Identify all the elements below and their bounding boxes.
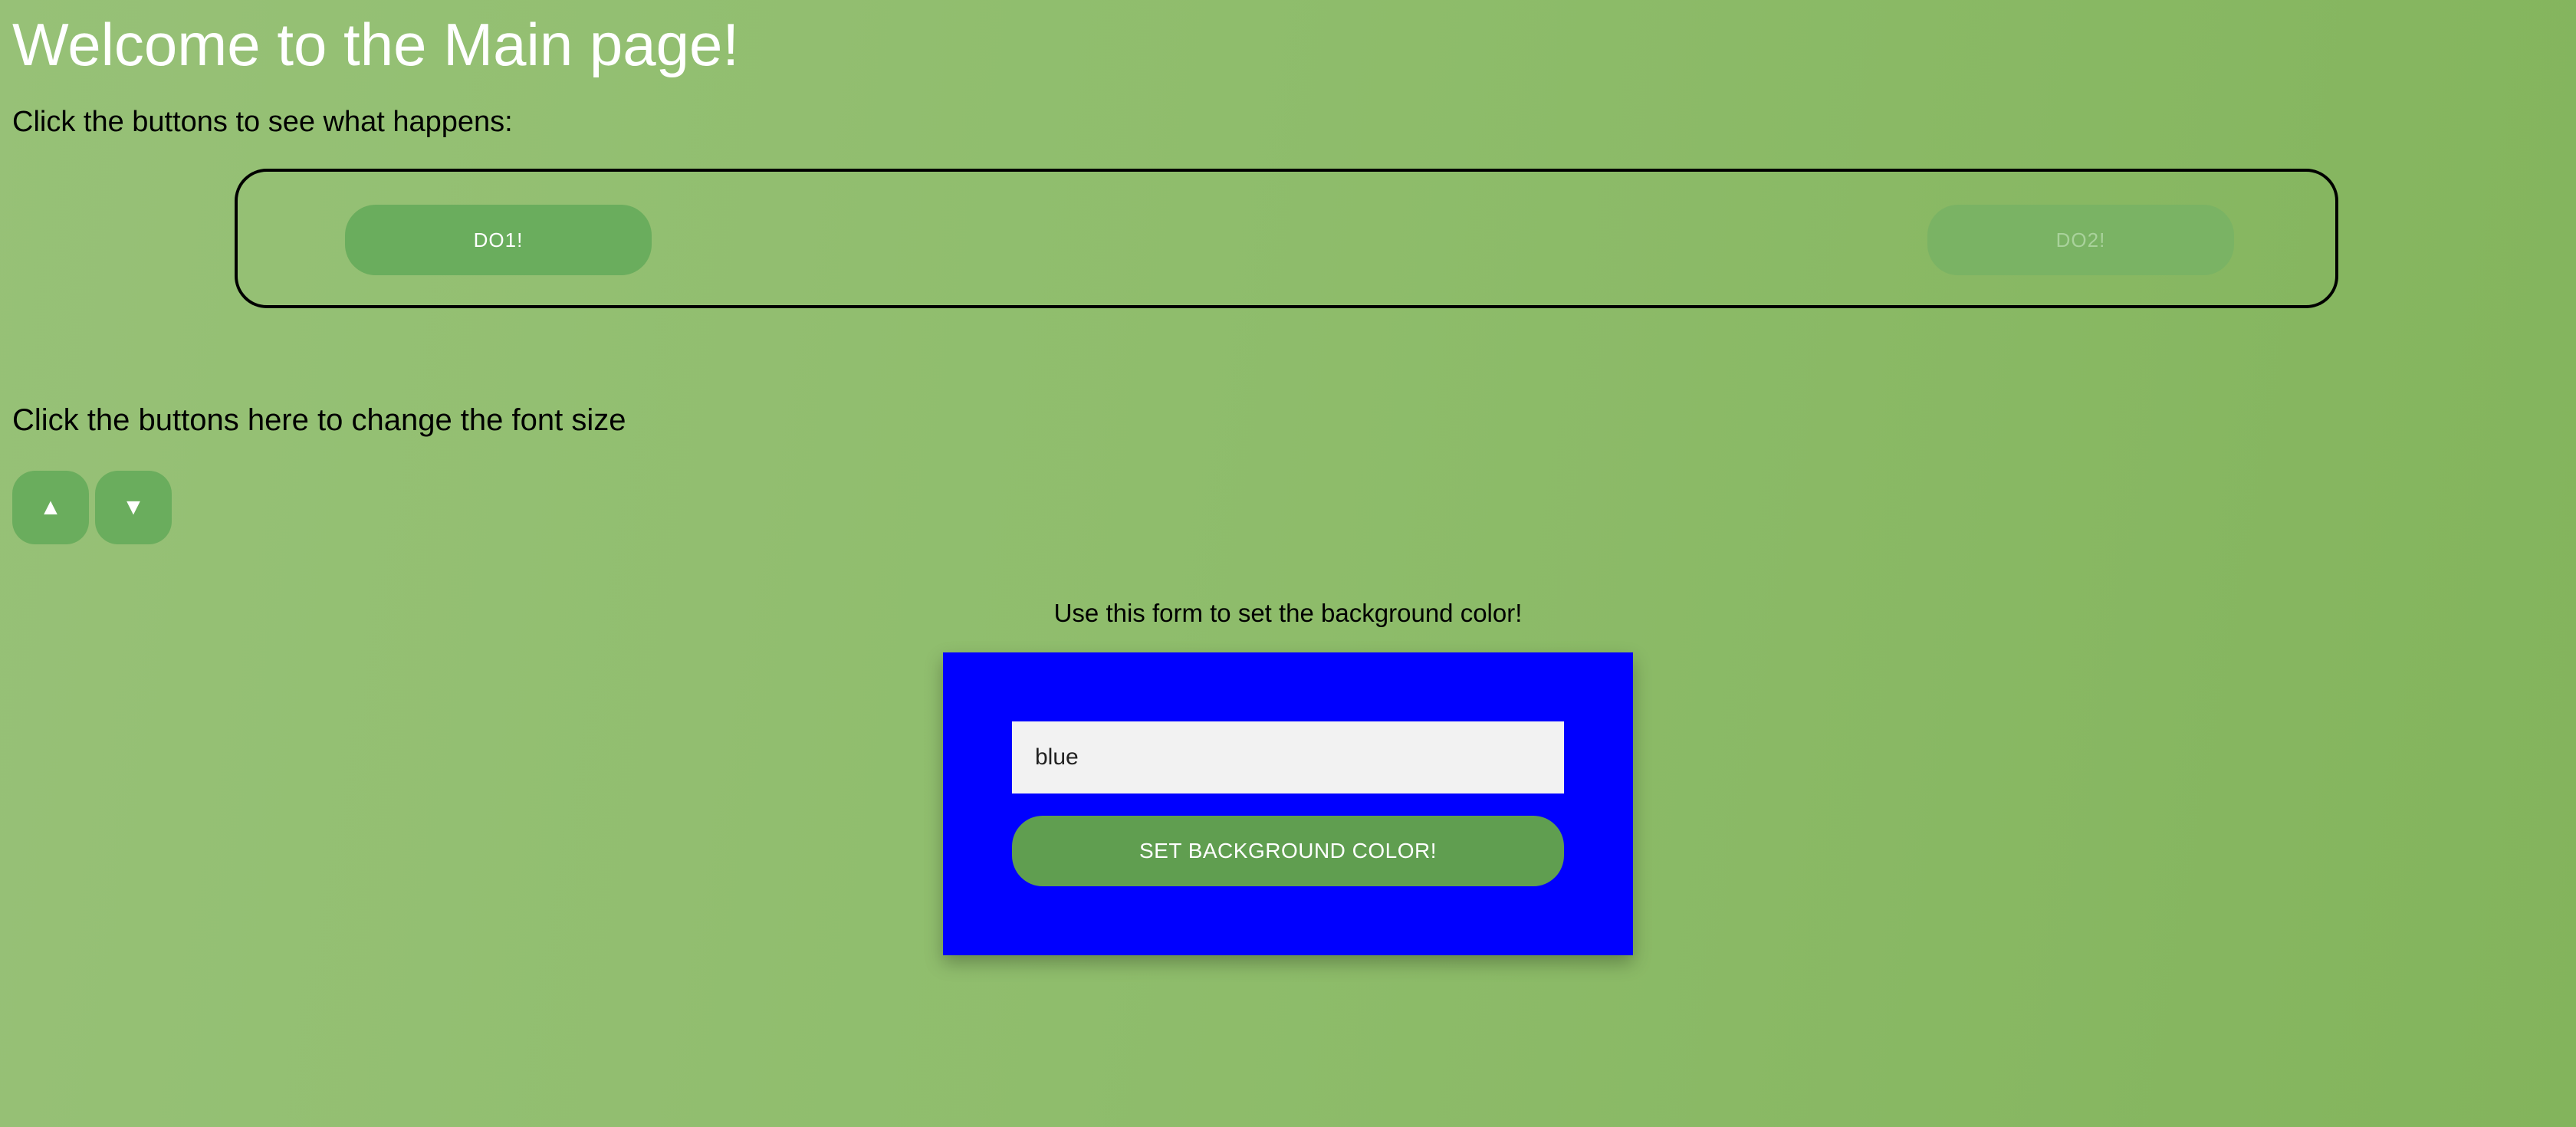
intro-text: Click the buttons to see what happens:: [12, 106, 513, 138]
main-page: { "page": { "title": "Welcome to the Mai…: [0, 0, 2576, 1127]
increase-font-button[interactable]: ▲: [12, 471, 89, 544]
page-title: Welcome to the Main page!: [12, 11, 740, 78]
font-size-instructions: Click the buttons here to change the fon…: [12, 403, 626, 437]
triangle-down-icon: ▼: [122, 495, 145, 520]
triangle-up-icon: ▲: [39, 495, 62, 520]
decrease-font-button[interactable]: ▼: [95, 471, 172, 544]
color-input[interactable]: [1012, 721, 1564, 794]
do2-button[interactable]: DO2!: [1927, 205, 2234, 275]
do1-button[interactable]: DO1!: [345, 205, 652, 275]
form-caption: Use this form to set the background colo…: [1053, 599, 1523, 627]
background-color-form: SET BACKGROUND COLOR!: [943, 652, 1633, 955]
action-button-group: DO1! DO2!: [235, 169, 2338, 308]
set-background-color-button[interactable]: SET BACKGROUND COLOR!: [1012, 816, 1564, 886]
